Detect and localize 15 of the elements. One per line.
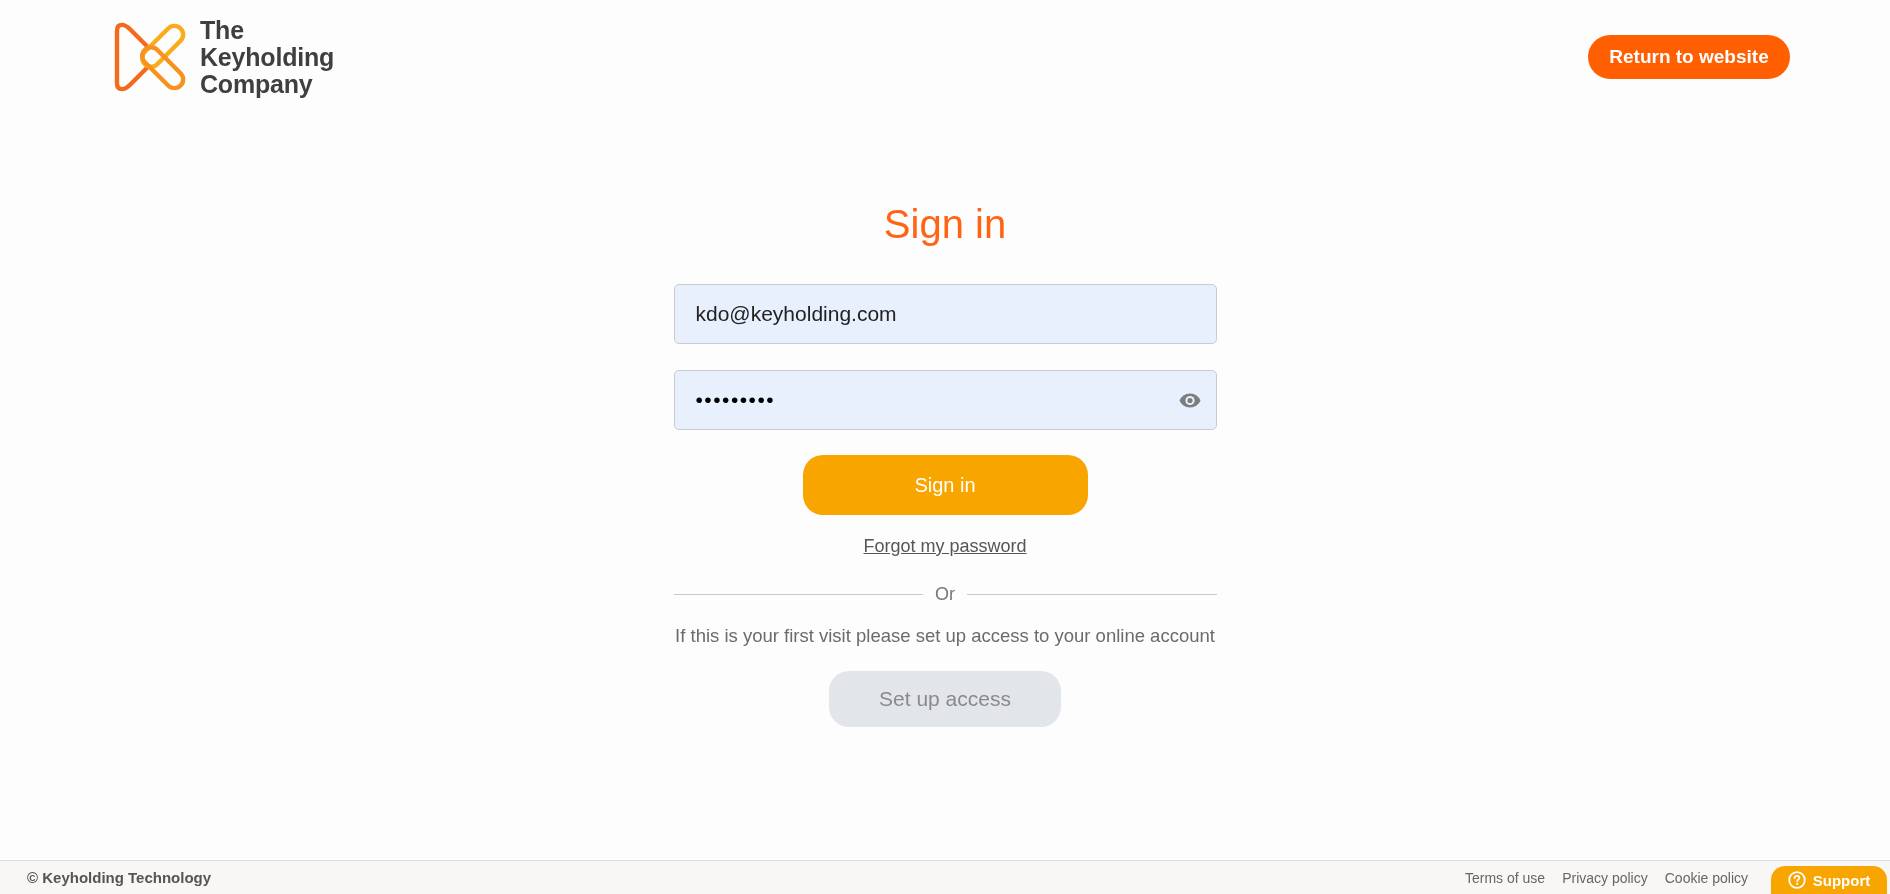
footer-link[interactable]: Privacy policy xyxy=(1562,869,1648,886)
email-field[interactable]: kdo@keyholding.com xyxy=(673,284,1217,344)
return-to-website-button[interactable]: Return to website xyxy=(1588,35,1790,79)
copyright-text: © Keyholding Technology xyxy=(27,869,212,886)
first-visit-text: If this is your first visit please set up access to your online account xyxy=(675,624,1215,648)
help-icon xyxy=(1787,871,1806,889)
logo-wordmark: The Keyholding Company xyxy=(200,16,335,98)
password-value: ••••••••• xyxy=(695,388,776,412)
eye-icon[interactable] xyxy=(1178,392,1201,408)
divider-label: Or xyxy=(935,584,955,604)
footer-link[interactable]: Terms of use xyxy=(1465,869,1546,886)
password-field[interactable]: ••••••••• xyxy=(673,370,1217,430)
page-title: Sign in xyxy=(883,201,1007,248)
forgot-password-link[interactable]: Forgot my password xyxy=(863,534,1027,558)
footer-link[interactable]: Cookie policy xyxy=(1664,869,1748,886)
